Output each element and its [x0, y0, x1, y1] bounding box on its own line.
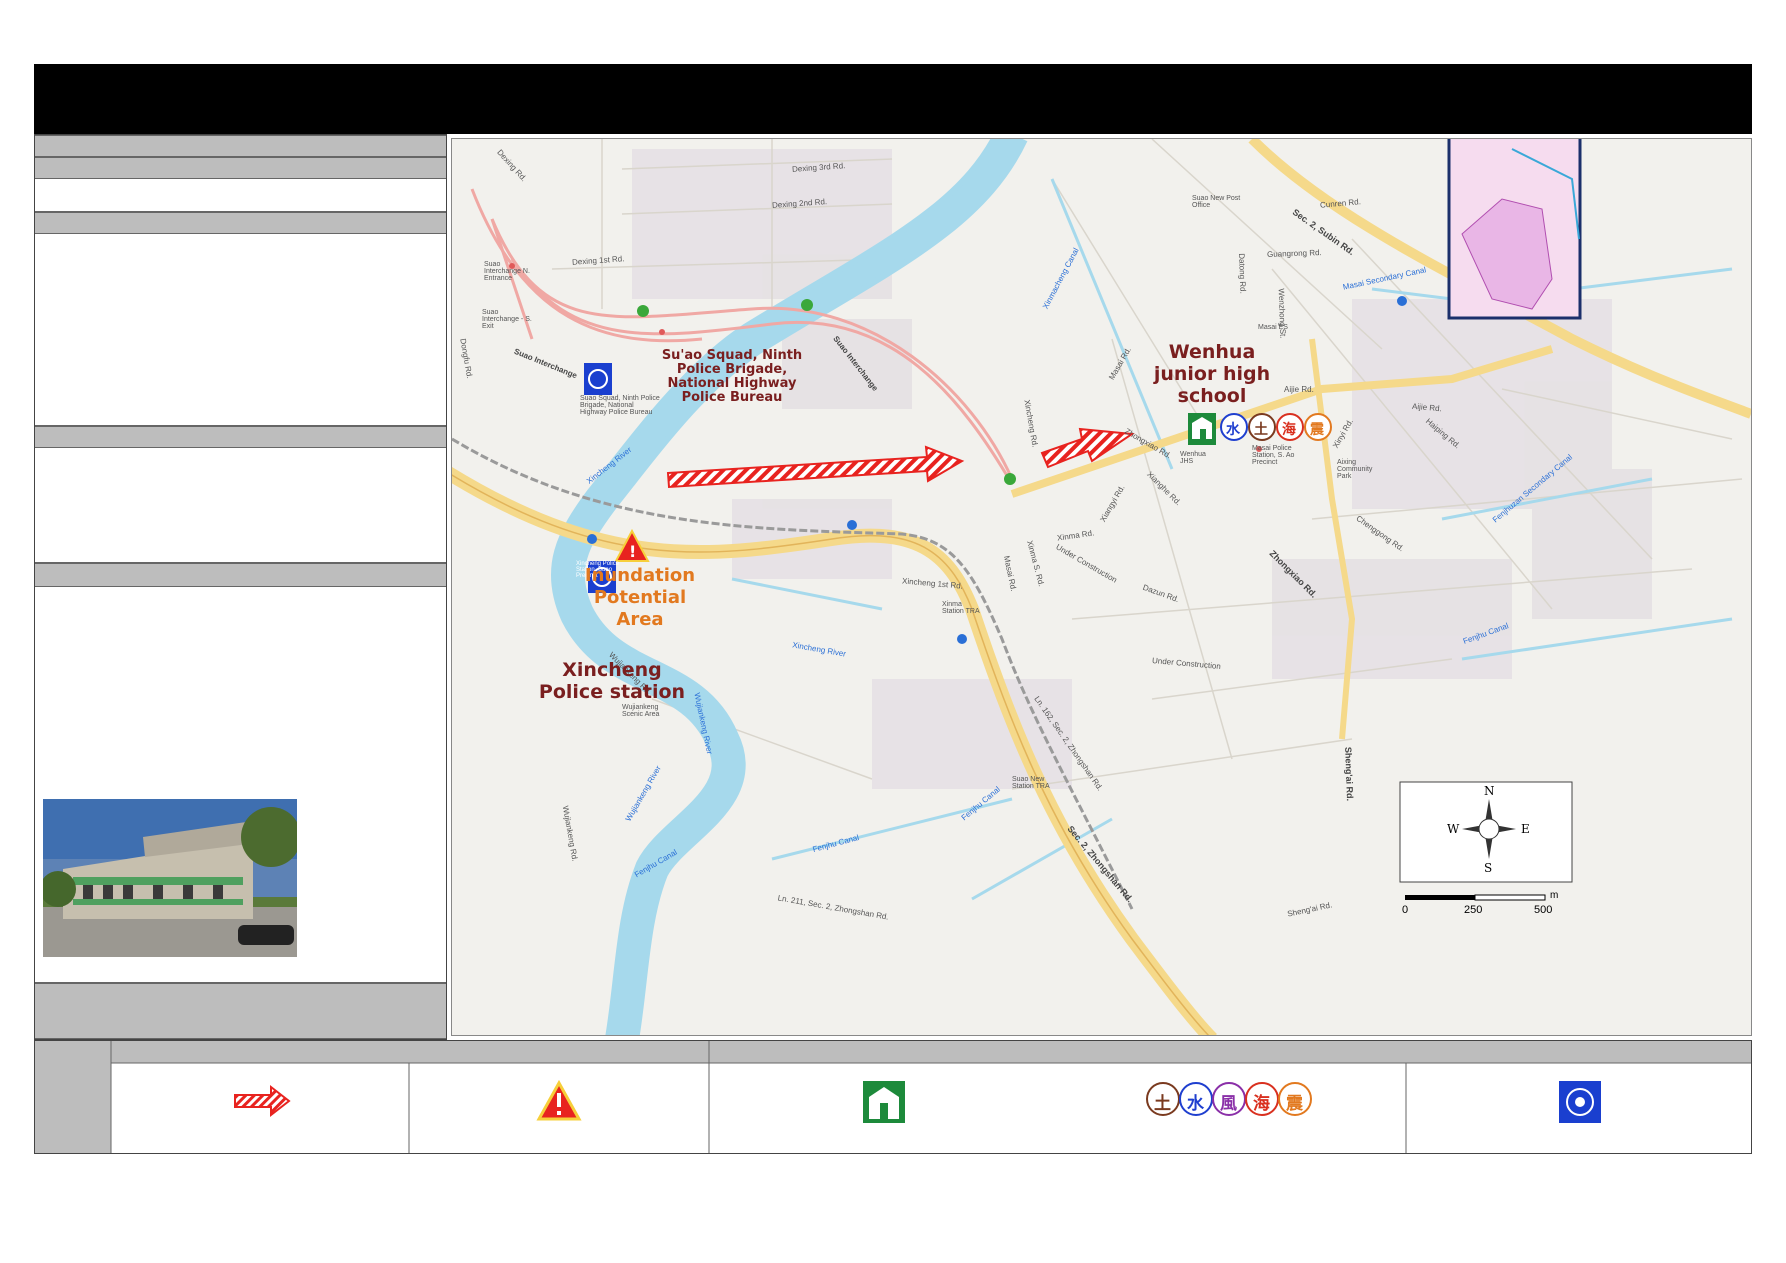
legend-tsunami-icon: 海 — [1253, 1094, 1270, 1114]
callout-suao-squad: Su'ao Squad, Ninth Police Brigade, Natio… — [652, 349, 812, 405]
panel-header-6 — [35, 983, 446, 1039]
panel-header-3 — [35, 212, 446, 234]
callout-xincheng-line1: Xincheng — [562, 659, 662, 681]
label-masai-es: Masai ES — [1258, 324, 1288, 331]
panel-header-5 — [35, 563, 446, 587]
legend-canvas — [35, 1041, 1751, 1153]
label-suao-squad-small: Suao Squad, Ninth Police Brigade, Nation… — [580, 395, 660, 416]
panel-header-2 — [35, 157, 446, 179]
scale-tick-250: 250 — [1464, 904, 1483, 916]
label-suao-post: Suao New Post Office — [1192, 195, 1241, 209]
map-earthquake-hazard-icon: 震 — [1310, 422, 1324, 438]
legend-wind-icon: 風 — [1220, 1094, 1237, 1114]
callout-inundation: Inundation Potential Area — [570, 565, 710, 631]
label-guangrong: Guangrong Rd. — [1266, 248, 1322, 259]
callout-wenhua-line3: school — [1177, 385, 1247, 407]
compass-w: W — [1447, 822, 1460, 836]
scale-tick-500: 500 — [1534, 904, 1553, 916]
compass-s: S — [1484, 861, 1493, 875]
callout-wenhua-line1: Wenhua — [1168, 341, 1256, 363]
scale-unit: m — [1550, 890, 1559, 901]
label-wenzhong: Wenzhong St. — [1276, 288, 1288, 339]
label-xinma-station: Xinma Station TRA — [942, 601, 980, 615]
info-panel — [34, 134, 447, 1040]
label-suao-s-exit: Suao Interchange - S. Exit — [482, 309, 532, 330]
panel-header-1 — [35, 135, 446, 157]
callout-wenhua: Wenhua junior high school — [1147, 341, 1277, 407]
callout-suao-squad-line3: National Highway — [667, 376, 797, 391]
map-landslide-hazard-icon: 土 — [1254, 422, 1268, 438]
label-aijie-1: Aijie Rd. — [1284, 385, 1314, 394]
compass-n: N — [1484, 784, 1495, 798]
legend-water-icon: 水 — [1187, 1094, 1204, 1114]
callout-suao-squad-line4: Police Bureau — [681, 390, 783, 405]
compass-e: E — [1521, 822, 1530, 836]
legend: 土 水 風 海 震 — [34, 1040, 1752, 1154]
map-area[interactable]: ! Dexing Rd. Dexing 3rd Rd. Dexing 2nd R… — [451, 138, 1752, 1036]
callout-xincheng-line2: Police station — [538, 681, 686, 703]
header-bar — [34, 64, 1752, 134]
panel-field-3 — [35, 448, 446, 563]
legend-landslide-icon: 土 — [1154, 1094, 1171, 1114]
panel-field-2 — [35, 234, 446, 426]
school-building-photo — [43, 799, 297, 957]
legend-earthquake-icon: 震 — [1286, 1094, 1303, 1114]
panel-header-4 — [35, 426, 446, 448]
label-wenhua-jhs-small: Wenhua JHS — [1180, 451, 1206, 465]
map-tsunami-hazard-icon: 海 — [1282, 422, 1296, 438]
label-aixing-park: Aixing Community Park — [1337, 459, 1373, 480]
label-suao-n-entrance: Suao Interchange N. Entrance — [484, 261, 530, 282]
callout-inundation-line2: Potential Area — [593, 587, 687, 630]
map-water-hazard-icon: 水 — [1226, 422, 1240, 438]
callout-wenhua-line2: junior high — [1153, 363, 1271, 385]
label-datong: Datong Rd. — [1237, 253, 1248, 294]
svg-text:!: ! — [629, 542, 636, 561]
scale-tick-0: 0 — [1402, 904, 1409, 916]
label-masai-police: Masai Police Station, S. Ao Precinct — [1252, 445, 1295, 466]
callout-xincheng: Xincheng Police station — [532, 659, 692, 703]
label-wujiankeng-scenic: Wujiankeng Scenic Area — [622, 704, 660, 718]
callout-inundation-line1: Inundation — [584, 565, 696, 586]
label-suao-new-station: Suao New Station TRA — [1012, 776, 1050, 790]
label-shengai: Sheng'ai Rd. — [1343, 746, 1356, 802]
panel-field-1 — [35, 179, 446, 212]
legend-evacuation-arrow-icon — [234, 1084, 291, 1118]
callout-suao-squad-line1: Su'ao Squad, Ninth — [661, 348, 803, 363]
callout-suao-squad-line2: Police Brigade, — [676, 362, 788, 377]
